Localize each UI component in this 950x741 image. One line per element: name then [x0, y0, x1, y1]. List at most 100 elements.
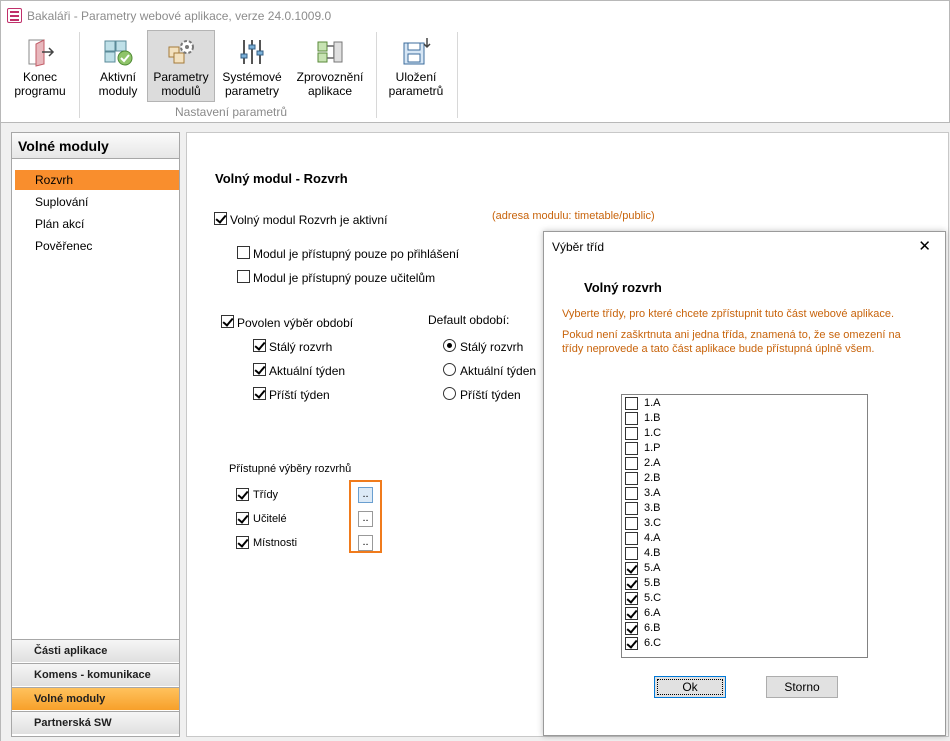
ribbon-label: parametry [224, 84, 280, 98]
class-checkbox[interactable] [625, 562, 638, 575]
system-parameters-button[interactable]: Systémové parametry [219, 30, 285, 102]
class-checkbox[interactable] [625, 487, 638, 500]
default-permanent-radio[interactable] [443, 339, 456, 352]
default-current-week-label: Aktuální týden [460, 364, 537, 378]
sidebar-section-partnerska-sw[interactable]: Partnerská SW [12, 711, 179, 734]
sidebar-item-rozvrh[interactable]: Rozvrh [15, 170, 179, 190]
class-checkbox[interactable] [625, 517, 638, 530]
class-label: 1.B [644, 412, 661, 424]
dialog-info-select: Vyberte třídy, pro které chcete zpřístup… [562, 308, 894, 320]
class-label: 5.B [644, 577, 661, 589]
rooms-picker-button[interactable]: .. [358, 535, 373, 551]
dialog-info-note-line2: třídy neprovede a tato část aplikace bud… [562, 343, 875, 355]
class-checkbox[interactable] [625, 592, 638, 605]
default-period-label: Default období: [428, 313, 510, 327]
access-rooms-checkbox[interactable] [236, 536, 249, 549]
module-parameters-icon [168, 40, 194, 64]
ribbon-label: parametrů [388, 84, 444, 98]
ribbon-separator [376, 32, 377, 118]
teachers-picker-button[interactable]: .. [358, 511, 373, 527]
module-address: (adresa modulu: timetable/public) [492, 210, 655, 222]
sidebar-section-volne-moduly[interactable]: Volné moduly [12, 687, 179, 710]
class-label: 6.C [644, 637, 662, 649]
access-classes-checkbox[interactable] [236, 488, 249, 501]
app-setup-button[interactable]: Zprovoznění aplikace [291, 30, 369, 102]
ribbon-label: programu [14, 84, 66, 98]
dialog-info-note-line1: Pokud není zaškrtnuta ani jedna třída, z… [562, 329, 901, 341]
period-current-week-label: Aktuální týden [269, 364, 346, 378]
class-label: 4.B [644, 547, 661, 559]
default-current-week-radio[interactable] [443, 363, 456, 376]
class-checkbox[interactable] [625, 637, 638, 650]
dialog-heading: Volný rozvrh [584, 280, 662, 295]
default-next-week-radio[interactable] [443, 387, 456, 400]
login-only-checkbox[interactable] [237, 246, 250, 259]
class-label: 5.C [644, 592, 662, 604]
sidebar: Volné moduly Rozvrh Suplování Plán akcí … [11, 132, 180, 737]
ribbon-label: Zprovoznění [296, 70, 364, 84]
classes-picker-button[interactable]: .. [358, 487, 373, 503]
sidebar-section-komens[interactable]: Komens - komunikace [12, 663, 179, 686]
sidebar-item-poverenec[interactable]: Pověřenec [15, 236, 179, 256]
class-label: 3.C [644, 517, 662, 529]
default-next-week-label: Příští týden [460, 388, 521, 402]
module-active-checkbox[interactable] [214, 212, 227, 225]
ribbon-label: modulů [161, 84, 201, 98]
login-only-label: Modul je přístupný pouze po přihlášení [253, 247, 460, 261]
ribbon-label: Uložení [395, 70, 437, 84]
class-checkbox[interactable] [625, 472, 638, 485]
class-label: 1.A [644, 397, 661, 409]
class-checkbox[interactable] [625, 622, 638, 635]
access-rooms-label: Místnosti [253, 537, 298, 549]
class-label: 3.B [644, 502, 661, 514]
cancel-button[interactable]: Storno [766, 676, 838, 698]
save-parameters-button[interactable]: Uložení parametrů [385, 30, 447, 102]
class-checkbox[interactable] [625, 457, 638, 470]
close-icon[interactable]: ✕ [918, 237, 931, 255]
class-checkbox[interactable] [625, 442, 638, 455]
class-checkbox[interactable] [625, 397, 638, 410]
period-next-week-checkbox[interactable] [253, 387, 266, 400]
modules-icon [104, 40, 133, 66]
class-label: 1.C [644, 427, 662, 439]
period-select-checkbox[interactable] [221, 315, 234, 328]
class-checkbox[interactable] [625, 547, 638, 560]
ribbon-separator [79, 32, 80, 118]
class-label: 2.A [644, 457, 661, 469]
period-next-week-label: Příští týden [269, 388, 330, 402]
period-permanent-label: Stálý rozvrh [269, 340, 333, 354]
ok-button[interactable]: Ok [654, 676, 726, 698]
sidebar-section-casti-aplikace[interactable]: Části aplikace [12, 639, 179, 662]
access-classes-label: Třídy [253, 489, 279, 501]
class-selection-dialog: Výběr tříd ✕ Volný rozvrh Vyberte třídy,… [543, 231, 946, 736]
window-title: Bakaláři - Parametry webové aplikace, ve… [27, 9, 332, 23]
teachers-only-label: Modul je přístupný pouze učitelům [253, 271, 436, 285]
exit-program-button[interactable]: Konec programu [7, 30, 73, 102]
ribbon-label: Parametry [153, 70, 209, 84]
class-checkbox[interactable] [625, 532, 638, 545]
class-label: 2.B [644, 472, 661, 484]
ribbon-label: aplikace [307, 84, 353, 98]
class-label: 4.A [644, 532, 661, 544]
class-checkbox[interactable] [625, 427, 638, 440]
ribbon-label: moduly [98, 84, 138, 98]
sidebar-item-suplovani[interactable]: Suplování [15, 192, 179, 212]
module-parameters-button[interactable]: Parametry modulů [147, 30, 215, 102]
sidebar-header: Volné moduly [12, 133, 179, 159]
class-checkbox[interactable] [625, 607, 638, 620]
sidebar-item-plan-akci[interactable]: Plán akcí [15, 214, 179, 234]
class-label: 3.A [644, 487, 661, 499]
class-list[interactable]: 1.A 1.B 1.C 1.P 2.A 2.B 3.A 3.B 3.C 4.A 4.B 5.A 5.B 5… [621, 394, 868, 658]
exit-door-icon [28, 39, 55, 67]
period-current-week-checkbox[interactable] [253, 363, 266, 376]
module-active-label: Volný modul Rozvrh je aktivní [230, 213, 388, 227]
class-checkbox[interactable] [625, 412, 638, 425]
active-modules-button[interactable]: Aktivní moduly [91, 30, 145, 102]
teachers-only-checkbox[interactable] [237, 270, 250, 283]
period-permanent-checkbox[interactable] [253, 339, 266, 352]
class-checkbox[interactable] [625, 577, 638, 590]
access-teachers-checkbox[interactable] [236, 512, 249, 525]
ribbon-group-label: Nastavení parametrů [175, 105, 288, 119]
class-checkbox[interactable] [625, 502, 638, 515]
ribbon-separator [457, 32, 458, 118]
